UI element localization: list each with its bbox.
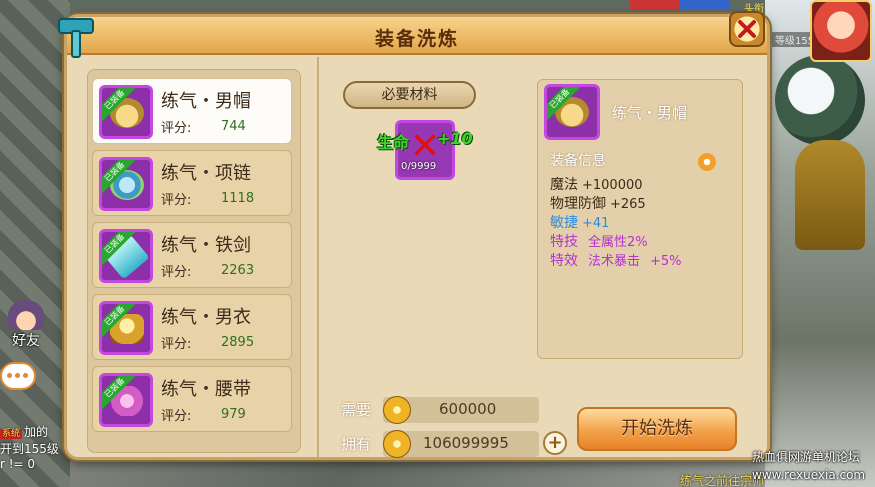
panel-divider (317, 57, 319, 457)
chat-dot-icon (15, 373, 20, 378)
background-left (0, 0, 70, 487)
stat-label: 魔法 (550, 177, 578, 193)
friends-button[interactable]: 好友 (2, 300, 54, 352)
equipment-list[interactable]: 已装备 练气・男帽 评分: 744 已装备 练气・项链 评分: 1118 已装备… (87, 69, 301, 453)
chat-line: 加的 (24, 425, 49, 439)
missing-material-x-icon: ✕ (410, 126, 441, 167)
gold-coin-icon (383, 396, 411, 424)
chat-line: 开到155级 (0, 442, 59, 456)
belt-icon: 已装备 (99, 373, 153, 427)
owned-cost-value: 106099995 (423, 434, 509, 452)
required-cost-label: 需要 (341, 401, 372, 419)
item-score: 1118 (221, 191, 255, 206)
material-count: 0/9999 (401, 161, 437, 172)
item-score: 2263 (221, 263, 255, 278)
score-label: 评分: (161, 193, 192, 208)
close-icon (738, 20, 756, 38)
chat-line: r != 0 (0, 457, 36, 471)
watermark: 热血俱网游单机论坛 www.rexuexia.com (752, 448, 865, 484)
incense-burner (795, 140, 865, 250)
dialog-titlebar: 装备洗炼 (67, 17, 767, 55)
score-label: 评分: (161, 337, 192, 352)
list-item-belt[interactable]: 已装备 练气・腰带 评分: 979 (92, 366, 292, 432)
owned-cost-label: 拥有 (341, 435, 372, 453)
hud-bars (630, 0, 730, 10)
hat-icon: 已装备 (99, 85, 153, 139)
stat-value: +41 (582, 216, 610, 231)
equipment-detail-panel: 已装备 练气・男帽 装备信息 魔法 +100000 物理防御 +265 敏捷 +41 … (537, 79, 743, 359)
item-name: 练气・男衣 (161, 307, 251, 328)
item-name: 练气・腰带 (161, 379, 251, 400)
friends-label: 好友 (12, 333, 40, 349)
item-name: 练气・男帽 (161, 91, 251, 112)
material-name: 生命 (377, 133, 410, 152)
armor-icon: 已装备 (99, 301, 153, 355)
necklace-icon: 已装备 (99, 157, 153, 211)
score-label: 评分: (161, 121, 192, 136)
player-avatar[interactable] (810, 0, 872, 62)
stat-label: 特技 (550, 234, 578, 250)
score-label: 评分: (161, 409, 192, 424)
start-refine-button[interactable]: 开始洗炼 (577, 407, 737, 451)
list-item-hat[interactable]: 已装备 练气・男帽 评分: 744 (92, 78, 292, 144)
info-gear-icon[interactable] (698, 153, 716, 171)
stat-value: +100000 (582, 178, 643, 193)
stat-value: 全属性2% (588, 235, 648, 250)
sword-icon: 已装备 (99, 229, 153, 283)
chat-bubble-button[interactable] (0, 362, 36, 390)
hat-icon: 已装备 (544, 84, 600, 140)
stat-row: 敏捷 +41 (550, 212, 609, 232)
item-name: 练气・项链 (161, 163, 251, 184)
stat-label: 物理防御 (550, 196, 606, 212)
item-score: 979 (221, 407, 246, 422)
list-item-necklace[interactable]: 已装备 练气・项链 评分: 1118 (92, 150, 292, 216)
chat-dot-icon (23, 373, 28, 378)
stat-row: 特效 法术暴击 +5% (550, 250, 682, 270)
score-label: 评分: (161, 265, 192, 280)
material-bonus: +10 (437, 129, 473, 148)
stat-row: 物理防御 +265 (550, 193, 646, 213)
watermark-line: 热血俱网游单机论坛 (752, 450, 861, 464)
dialog-title: 装备洗炼 (374, 28, 459, 50)
detail-item-name: 练气・男帽 (612, 104, 688, 122)
hammer-icon (58, 18, 94, 58)
item-score: 2895 (221, 335, 255, 350)
required-materials-header: 必要材料 (343, 81, 476, 109)
chat-dot-icon (7, 373, 12, 378)
chat-log: 系统 加的 开到155级 r != 0 (0, 425, 59, 472)
item-name: 练气・铁剑 (161, 235, 251, 256)
stat-label: 敏捷 (550, 215, 578, 231)
equipment-info-label: 装备信息 (550, 153, 606, 169)
stat-row: 特技 全属性2% (550, 231, 648, 251)
stat-row: 魔法 +100000 (550, 174, 643, 194)
friend-portrait-icon (8, 300, 44, 330)
required-cost-value: 600000 (439, 400, 497, 418)
gold-coin-icon (383, 430, 411, 458)
snowy-tree (775, 55, 865, 145)
item-score: 744 (221, 119, 246, 134)
refine-equipment-dialog: 装备洗炼 已装备 练气・男帽 评分: 744 已装备 练气・项链 评分: 111… (58, 11, 770, 460)
list-item-sword[interactable]: 已装备 练气・铁剑 评分: 2263 (92, 222, 292, 288)
add-gold-button[interactable]: + (543, 431, 567, 455)
chat-system-tag: 系统 (0, 429, 23, 439)
stat-label: 特效 (550, 253, 578, 269)
list-item-armor[interactable]: 已装备 练气・男衣 评分: 2895 (92, 294, 292, 360)
watermark-line: www.rexuexia.com (752, 468, 866, 482)
stat-value: +265 (610, 197, 646, 212)
close-button[interactable] (729, 11, 765, 47)
stat-extra: +5% (650, 254, 682, 269)
stat-value: 法术暴击 (588, 254, 641, 269)
